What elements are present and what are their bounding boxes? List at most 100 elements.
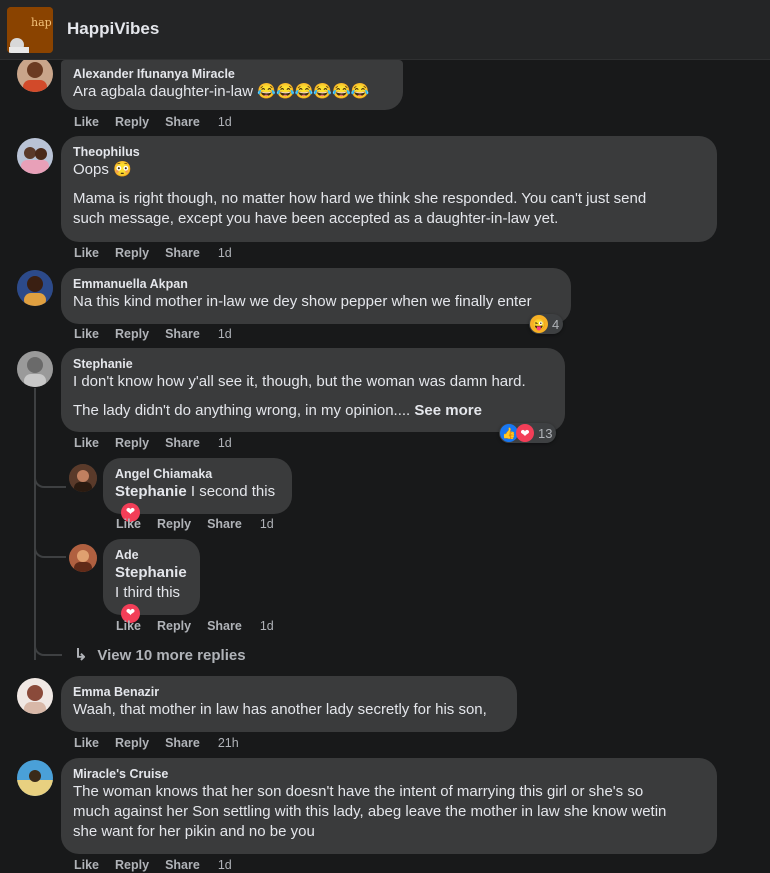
comment-text: she want for her pikin and no be you: [73, 823, 315, 840]
like-button[interactable]: Like: [74, 736, 99, 750]
comment-bubble: Emmanuella Akpan Na this kind mother in-…: [61, 268, 571, 324]
comment-author[interactable]: Stephanie: [73, 356, 553, 372]
reply-button[interactable]: Reply: [115, 736, 149, 750]
reply-button[interactable]: Reply: [115, 858, 149, 872]
reaction-count: 4: [552, 316, 560, 332]
avatar[interactable]: [17, 60, 53, 92]
comment-author[interactable]: Emmanuella Akpan: [73, 276, 559, 292]
comment-time[interactable]: 1d: [218, 327, 232, 341]
comment-author[interactable]: Theophilus: [73, 144, 705, 160]
reply-text-part: I second this: [190, 483, 276, 500]
comment-author[interactable]: Miracle's Cruise: [73, 766, 705, 782]
comment-text: The woman knows that her son doesn't hav…: [73, 783, 644, 800]
comment-text: such message, except you have been accep…: [73, 210, 559, 227]
comment-bubble: Stephanie I don't know how y'all see it,…: [61, 348, 565, 432]
reply-button[interactable]: Reply: [157, 619, 191, 633]
reply-author[interactable]: Ade: [115, 547, 188, 563]
reply-text: Stephanie I second this❤: [115, 482, 280, 522]
like-button[interactable]: Like: [74, 246, 99, 260]
thread-line: [34, 388, 36, 660]
comment-actions: Like Reply Share 1d: [74, 327, 248, 341]
reply-actions: Like Reply Share 1d: [116, 619, 290, 633]
share-button[interactable]: Share: [165, 858, 200, 872]
comment-time[interactable]: 21h: [218, 736, 239, 750]
comment-actions: Like Reply Share 1d: [74, 858, 248, 872]
page-avatar-logo-text: hap: [31, 16, 52, 29]
reaction-badge[interactable]: 😜 4: [529, 314, 564, 334]
reply-branch-line: [34, 470, 66, 488]
comment-bubble: Theophilus Oops 😳 Mama is right though, …: [61, 136, 717, 242]
reply-button[interactable]: Reply: [115, 327, 149, 341]
like-button[interactable]: Like: [74, 115, 99, 129]
page-avatar[interactable]: hap: [7, 7, 53, 53]
comment-text: I don't know how y'all see it, though, b…: [73, 373, 526, 390]
comment-time[interactable]: 1d: [218, 858, 232, 872]
share-button[interactable]: Share: [165, 327, 200, 341]
share-button[interactable]: Share: [165, 436, 200, 450]
share-button[interactable]: Share: [207, 517, 242, 531]
comment-actions: Like Reply Share 1d: [74, 115, 248, 129]
like-button[interactable]: Like: [116, 517, 141, 531]
comment-time[interactable]: 1d: [218, 436, 232, 450]
comment-text: Waah, that mother in law has another lad…: [73, 701, 487, 718]
comment-bubble: Alexander Ifunanya Miracle Ara agbala da…: [61, 60, 403, 110]
reaction-badge[interactable]: 👍 ❤ 13: [499, 423, 557, 443]
avatar[interactable]: [17, 351, 53, 387]
avatar[interactable]: [17, 678, 53, 714]
share-button[interactable]: Share: [165, 736, 200, 750]
reply-button[interactable]: Reply: [115, 246, 149, 260]
comment-actions: Like Reply Share 21h: [74, 736, 255, 750]
page-name[interactable]: HappiVibes: [67, 19, 159, 39]
like-button[interactable]: Like: [74, 436, 99, 450]
reply-bubble: Ade Stephanie I third this❤: [103, 539, 200, 623]
reply-text-part: I third this: [115, 584, 181, 601]
avatar[interactable]: [17, 138, 53, 174]
comment-text: The lady didn't do anything wrong, in my…: [73, 401, 553, 421]
haha-reaction-icon: 😜: [530, 315, 548, 333]
avatar[interactable]: [69, 544, 97, 572]
avatar[interactable]: [17, 270, 53, 306]
reply-actions: Like Reply Share 1d: [116, 517, 290, 531]
reply-time[interactable]: 1d: [260, 619, 274, 633]
comment-author[interactable]: Emma Benazir: [73, 684, 505, 700]
comment-actions: Like Reply Share 1d: [74, 436, 248, 450]
reply-author[interactable]: Angel Chiamaka: [115, 466, 280, 482]
reply-text: I third this❤: [115, 583, 188, 623]
avatar[interactable]: [17, 760, 53, 796]
reply-time[interactable]: 1d: [260, 517, 274, 531]
see-more-link[interactable]: See more: [414, 402, 482, 419]
reply-button[interactable]: Reply: [115, 436, 149, 450]
page-header: hap HappiVibes: [0, 0, 770, 60]
comment-time[interactable]: 1d: [218, 115, 232, 129]
reply-arrow-icon: ↳: [74, 647, 88, 664]
love-reaction-icon: ❤: [516, 424, 534, 442]
reply-branch-line: [34, 540, 66, 558]
comment-actions: Like Reply Share 1d: [74, 246, 248, 260]
comment-text-part: The lady didn't do anything wrong, in my…: [73, 402, 411, 419]
comment-time[interactable]: 1d: [218, 246, 232, 260]
share-button[interactable]: Share: [165, 246, 200, 260]
like-button[interactable]: Like: [74, 858, 99, 872]
comment-bubble: Miracle's Cruise The woman knows that he…: [61, 758, 717, 854]
view-more-replies-button[interactable]: ↳ View 10 more replies: [74, 645, 246, 665]
comment-text: Oops 😳: [73, 161, 132, 178]
avatar[interactable]: [69, 464, 97, 492]
comment-text: Na this kind mother in-law we dey show p…: [73, 293, 532, 310]
comment-author[interactable]: Alexander Ifunanya Miracle: [73, 66, 391, 82]
reply-bubble: Angel Chiamaka Stephanie I second this❤: [103, 458, 292, 522]
comment-text: Ara agbala daughter-in-law 😂😂😂😂😂😂: [73, 83, 370, 100]
reply-button[interactable]: Reply: [157, 517, 191, 531]
like-button[interactable]: Like: [116, 619, 141, 633]
mention-link[interactable]: Stephanie: [115, 483, 187, 500]
reply-branch-line: [34, 638, 62, 656]
reaction-count: 13: [538, 425, 553, 441]
like-button[interactable]: Like: [74, 327, 99, 341]
share-button[interactable]: Share: [165, 115, 200, 129]
share-button[interactable]: Share: [207, 619, 242, 633]
mention-link[interactable]: Stephanie: [115, 563, 188, 583]
comment-text: Mama is right though, no matter how hard…: [73, 190, 647, 207]
comment-bubble: Emma Benazir Waah, that mother in law ha…: [61, 676, 517, 732]
comments-section: Alexander Ifunanya Miracle Ara agbala da…: [0, 60, 770, 873]
view-more-replies-label: View 10 more replies: [97, 646, 246, 664]
reply-button[interactable]: Reply: [115, 115, 149, 129]
